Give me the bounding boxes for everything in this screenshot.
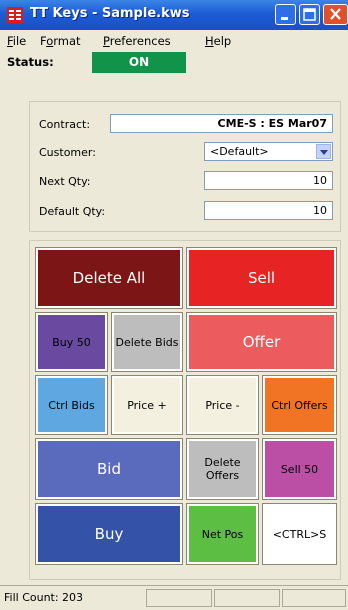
customer-select[interactable]: <Default> [204, 142, 333, 161]
buy-50-button[interactable]: Buy 50 [35, 312, 108, 372]
customer-label: Customer: [39, 146, 96, 159]
bid-button[interactable]: Bid [35, 438, 183, 500]
menu-preferences-label: references [109, 34, 171, 48]
app-icon [7, 7, 23, 23]
next-qty-field[interactable]: 10 [204, 171, 333, 190]
menu-file[interactable]: File [7, 34, 26, 48]
price-plus-button[interactable]: Price + [111, 375, 183, 435]
minimize-button[interactable] [275, 4, 296, 25]
offer-button[interactable]: Offer [186, 312, 337, 372]
default-qty-label: Default Qty: [39, 205, 106, 218]
sell-50-button[interactable]: Sell 50 [262, 438, 337, 500]
sell-button[interactable]: Sell [186, 247, 337, 309]
status-badge[interactable]: ON [92, 52, 186, 73]
net-pos-button[interactable]: Net Pos [186, 503, 259, 565]
status-bar-cell [214, 589, 280, 607]
close-icon [330, 8, 341, 20]
fill-count: Fill Count: 203 [4, 591, 84, 604]
ctrl-s-button[interactable]: <CTRL>S [262, 503, 337, 565]
status-row: Status: ON [0, 52, 348, 74]
menu-help-mnemonic: H [205, 34, 214, 48]
menu-bar: File Format Preferences Help [0, 30, 348, 52]
price-minus-button[interactable]: Price - [186, 375, 259, 435]
status-bar-cell [282, 589, 346, 607]
minimize-icon [281, 17, 288, 20]
window-title: TT Keys - Sample.kws [30, 6, 190, 21]
menu-help[interactable]: Help [205, 34, 231, 48]
status-bar: Fill Count: 203 [0, 585, 348, 610]
menu-format[interactable]: Format [40, 34, 81, 48]
default-qty-field[interactable]: 10 [204, 201, 333, 220]
trading-keys-panel: Delete All Sell Buy 50 Delete Bids Offer… [29, 240, 341, 580]
next-qty-label: Next Qty: [39, 175, 91, 188]
buy-button[interactable]: Buy [35, 503, 183, 565]
status-bar-cell [146, 589, 212, 607]
close-button[interactable] [323, 4, 348, 25]
delete-offers-button[interactable]: Delete Offers [186, 438, 259, 500]
menu-preferences-mnemonic: P [103, 34, 110, 48]
delete-bids-button[interactable]: Delete Bids [111, 312, 183, 372]
menu-format-label: rmat [53, 34, 81, 48]
ctrl-bids-button[interactable]: Ctrl Bids [35, 375, 108, 435]
menu-help-label: elp [213, 34, 232, 48]
title-bar[interactable]: TT Keys - Sample.kws [0, 0, 348, 30]
chevron-down-icon[interactable] [316, 144, 331, 159]
ctrl-offers-button[interactable]: Ctrl Offers [262, 375, 337, 435]
contract-field[interactable]: CME-S : ES Mar07 [110, 114, 333, 133]
order-fields-panel: Contract: CME-S : ES Mar07 Customer: <De… [29, 101, 341, 232]
status-label: Status: [7, 55, 54, 69]
customer-select-value: <Default> [210, 145, 269, 158]
maximize-icon [303, 8, 316, 21]
menu-file-label: ile [12, 34, 27, 48]
maximize-button[interactable] [299, 4, 320, 25]
contract-label: Contract: [39, 118, 91, 131]
delete-all-button[interactable]: Delete All [35, 247, 183, 309]
menu-preferences[interactable]: Preferences [103, 34, 171, 48]
